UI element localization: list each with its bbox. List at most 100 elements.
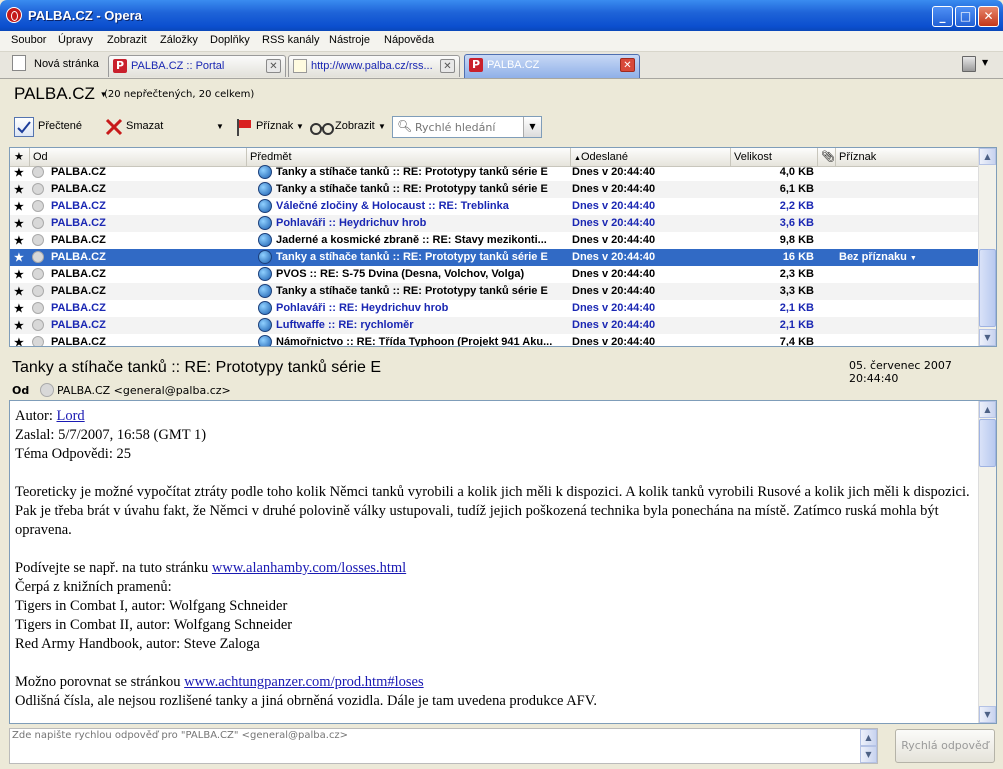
scroll-down-icon[interactable]: ▼ — [979, 329, 996, 346]
list-scrollbar[interactable]: ▲ ▼ — [978, 148, 996, 346]
sender-avatar — [32, 217, 44, 229]
sender-avatar — [32, 251, 44, 263]
sender-avatar — [32, 200, 44, 212]
new-tab-button[interactable]: Nová stránka — [34, 58, 99, 70]
row-size: 6,1 KB — [779, 183, 814, 195]
book-line: Tigers in Combat I, autor: Wolfgang Schn… — [15, 598, 288, 614]
close-tab-icon[interactable]: ✕ — [440, 59, 455, 73]
table-row[interactable]: ★ PALBA.CZ Pohlaváři :: Heydrichuv hrob Dne… — [10, 215, 980, 232]
account-title[interactable]: PALBA.CZ ▼ — [14, 84, 108, 104]
quick-reply-button[interactable]: Rychlá odpověď — [895, 729, 995, 763]
view-button[interactable]: Zobrazit — [335, 120, 375, 132]
table-row[interactable]: ★ PALBA.CZ Tanky a stíhače tanků :: RE: Pr… — [10, 249, 980, 266]
account-name: PALBA.CZ — [14, 84, 95, 103]
menu-edit[interactable]: Úpravy — [58, 34, 93, 46]
row-subject: Jaderné a kosmické zbraně :: RE: Stavy m… — [276, 234, 547, 246]
table-row[interactable]: ★ PALBA.CZ Tanky a stíhače tanků :: RE: Pr… — [10, 283, 980, 300]
scroll-thumb[interactable] — [979, 249, 996, 327]
tab-rss[interactable]: http://www.palba.cz/rss... ✕ — [288, 55, 460, 77]
feed-icon — [258, 250, 272, 264]
delete-button[interactable]: Smazat — [126, 120, 163, 132]
row-date: Dnes v 20:44:40 — [572, 336, 656, 347]
star-icon[interactable]: ★ — [14, 285, 24, 298]
close-tab-icon[interactable]: ✕ — [620, 58, 635, 72]
message-subject: Tanky a stíhače tanků :: RE: Prototypy t… — [12, 359, 382, 376]
sender-address[interactable]: PALBA.CZ <general@palba.cz> — [57, 384, 231, 397]
quick-search-box[interactable]: 🔍︎ ▼ — [392, 116, 542, 138]
menu-rss[interactable]: RSS kanály — [262, 34, 319, 46]
scroll-down-icon[interactable]: ▼ — [860, 746, 877, 763]
star-icon[interactable]: ★ — [14, 234, 24, 247]
flag-dropdown-icon[interactable]: ▼ — [296, 122, 304, 131]
menu-bookmarks[interactable]: Záložky — [160, 34, 198, 46]
row-flag[interactable]: Bez příznaku ▼ — [839, 251, 929, 263]
star-icon[interactable]: ★ — [14, 319, 24, 332]
table-row[interactable]: ★ PALBA.CZ Válečné zločiny & Holocaust :: … — [10, 198, 980, 215]
scroll-thumb[interactable] — [979, 419, 996, 467]
table-row[interactable]: ★ PALBA.CZ PVOS :: RE: S-75 Dvina (Desna, … — [10, 266, 980, 283]
row-flag-label: Bez příznaku — [839, 251, 907, 263]
chevron-down-icon[interactable]: ▼ — [982, 58, 988, 67]
new-page-icon[interactable] — [12, 55, 26, 71]
menu-addons[interactable]: Doplňky — [210, 34, 250, 46]
chevron-down-icon[interactable]: ▼ — [523, 117, 541, 137]
quick-reply-box: ▲ ▼ — [9, 728, 878, 764]
tab-palba-active[interactable]: P PALBA.CZ ✕ — [464, 54, 640, 78]
title-bar[interactable] — [0, 0, 1003, 31]
scroll-up-icon[interactable]: ▲ — [860, 729, 877, 746]
scroll-up-icon[interactable]: ▲ — [979, 148, 996, 165]
maximize-button[interactable]: □ — [955, 6, 976, 27]
table-row[interactable]: ★ PALBA.CZ Jaderné a kosmické zbraně :: RE… — [10, 232, 980, 249]
paperclip-icon: 📎︎ — [821, 151, 835, 163]
close-button[interactable]: ✕ — [978, 6, 999, 27]
feed-icon — [258, 318, 272, 332]
author-link[interactable]: Lord — [56, 408, 84, 424]
star-icon[interactable]: ★ — [14, 336, 24, 346]
close-tab-icon[interactable]: ✕ — [266, 59, 281, 73]
quick-search-input[interactable] — [415, 119, 519, 135]
link-achtungpanzer[interactable]: www.achtungpanzer.com/prod.htm#loses — [184, 674, 423, 690]
message-body[interactable]: Autor: Lord Zaslal: 5/7/2007, 16:58 (GMT… — [9, 400, 997, 724]
table-row[interactable]: ★ PALBA.CZ Tanky a stíhače tanků :: RE: Pr… — [10, 164, 980, 181]
table-row[interactable]: ★ PALBA.CZ Tanky a stíhače tanků :: RE: Pr… — [10, 181, 980, 198]
menu-tools[interactable]: Nástroje — [329, 34, 370, 46]
star-icon[interactable]: ★ — [14, 200, 24, 213]
star-icon[interactable]: ★ — [14, 166, 24, 179]
scroll-up-icon[interactable]: ▲ — [979, 401, 996, 418]
delete-dropdown-icon[interactable]: ▼ — [216, 122, 224, 131]
flag-button[interactable]: Příznak — [256, 120, 293, 132]
star-icon[interactable]: ★ — [14, 251, 24, 264]
star-icon[interactable]: ★ — [14, 217, 24, 230]
quick-reply-input[interactable] — [12, 730, 860, 760]
sender-avatar — [32, 336, 44, 346]
feed-icon — [258, 335, 272, 346]
reply-scrollbar[interactable]: ▲ ▼ — [860, 729, 877, 763]
row-from: PALBA.CZ — [51, 302, 106, 314]
row-subject: Pohlaváři :: Heydrichuv hrob — [276, 217, 427, 229]
table-row[interactable]: ★ PALBA.CZ Luftwaffe :: RE: rychloměr Dnes … — [10, 317, 980, 334]
menu-help[interactable]: Nápověda — [384, 34, 434, 46]
book-line: Tigers in Combat II, autor: Wolfgang Sch… — [15, 617, 293, 633]
star-icon[interactable]: ★ — [14, 183, 24, 196]
table-row[interactable]: ★ PALBA.CZ Pohlaváři :: RE: Heydrichuv hro… — [10, 300, 980, 317]
body-scrollbar[interactable]: ▲ ▼ — [978, 401, 996, 723]
link-alanhamby[interactable]: www.alanhamby.com/losses.html — [212, 560, 406, 576]
mark-read-button[interactable]: Přečtené — [38, 120, 82, 132]
menu-file[interactable]: Soubor — [11, 34, 46, 46]
scroll-down-icon[interactable]: ▼ — [979, 706, 996, 723]
row-from: PALBA.CZ — [51, 166, 106, 178]
palba-icon: P — [469, 58, 483, 72]
tab-portal[interactable]: P PALBA.CZ :: Portal ✕ — [108, 55, 286, 77]
feed-icon — [258, 182, 272, 196]
see-line: Podívejte se např. na tuto stránku www.a… — [15, 559, 970, 578]
trash-icon[interactable] — [962, 56, 976, 72]
star-icon[interactable]: ★ — [14, 302, 24, 315]
feed-icon — [258, 284, 272, 298]
row-date: Dnes v 20:44:40 — [572, 285, 656, 297]
author-line: Autor: Lord — [15, 407, 970, 426]
menu-view[interactable]: Zobrazit — [107, 34, 147, 46]
star-icon[interactable]: ★ — [14, 268, 24, 281]
view-dropdown-icon[interactable]: ▼ — [378, 122, 386, 131]
minimize-button[interactable]: _ — [932, 6, 953, 27]
table-row[interactable]: ★ PALBA.CZ Námořnictvo :: RE: Třída Typhoo… — [10, 334, 980, 347]
